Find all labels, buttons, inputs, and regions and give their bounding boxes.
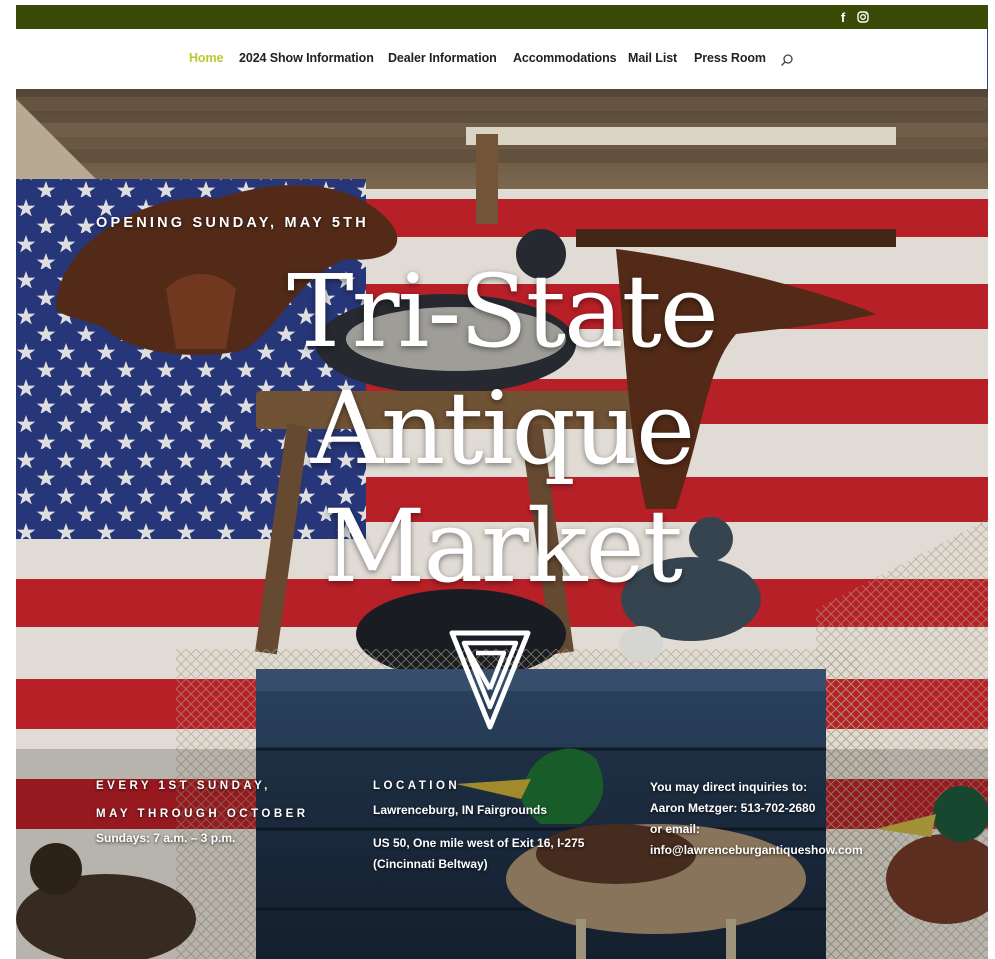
schedule-heading-1: EVERY 1ST SUNDAY, [96,780,271,792]
tri-state-logo [449,630,531,730]
page-frame: f Home 2024 Show Information Dealer Info… [16,5,988,959]
contact-email-label: or email: [650,822,701,836]
location-directions-1: US 50, One mile west of Exit 16, I-275 [373,836,585,850]
nav-mail-list[interactable]: Mail List [628,51,677,65]
facebook-icon[interactable]: f [835,9,851,25]
location-directions-2: (Cincinnati Beltway) [373,857,488,871]
contact-email-link[interactable]: info@lawrenceburgantiqueshow.com [650,840,863,861]
nav-2024-show-information[interactable]: 2024 Show Information [239,51,374,65]
site-title-line-2: Antique [310,370,695,487]
location-place: Lawrenceburg, IN Fairgrounds [373,803,548,817]
nav-press-room[interactable]: Press Room [694,51,766,65]
schedule-block: EVERY 1ST SUNDAY, MAY THROUGH OCTOBER Su… [96,772,309,849]
search-icon[interactable] [780,53,794,67]
main-nav: Home 2024 Show Information Dealer Inform… [16,29,988,89]
location-heading: LOCATION [373,780,461,792]
top-bar: f [16,5,988,29]
nav-home[interactable]: Home [189,51,223,65]
schedule-hours: Sundays: 7 a.m. – 3 p.m. [96,831,236,845]
contact-phone: Aaron Metzger: 513-702-2680 [650,801,816,815]
schedule-heading-2: MAY THROUGH OCTOBER [96,808,309,820]
hero-section: OPENING SUNDAY, MAY 5TH Tri-State Antiqu… [16,89,988,959]
contact-block: You may direct inquiries to: Aaron Metzg… [650,777,863,861]
site-title-line-3: Market [323,488,683,605]
instagram-icon[interactable] [855,9,871,25]
nav-dealer-information[interactable]: Dealer Information [388,51,497,65]
opening-date: OPENING SUNDAY, MAY 5TH [96,215,369,231]
nav-accommodations[interactable]: Accommodations [513,51,617,65]
site-title-line-1: Tri-State [287,253,719,370]
contact-intro: You may direct inquiries to: [650,780,808,794]
location-block: LOCATION Lawrenceburg, IN Fairgrounds US… [373,772,584,875]
